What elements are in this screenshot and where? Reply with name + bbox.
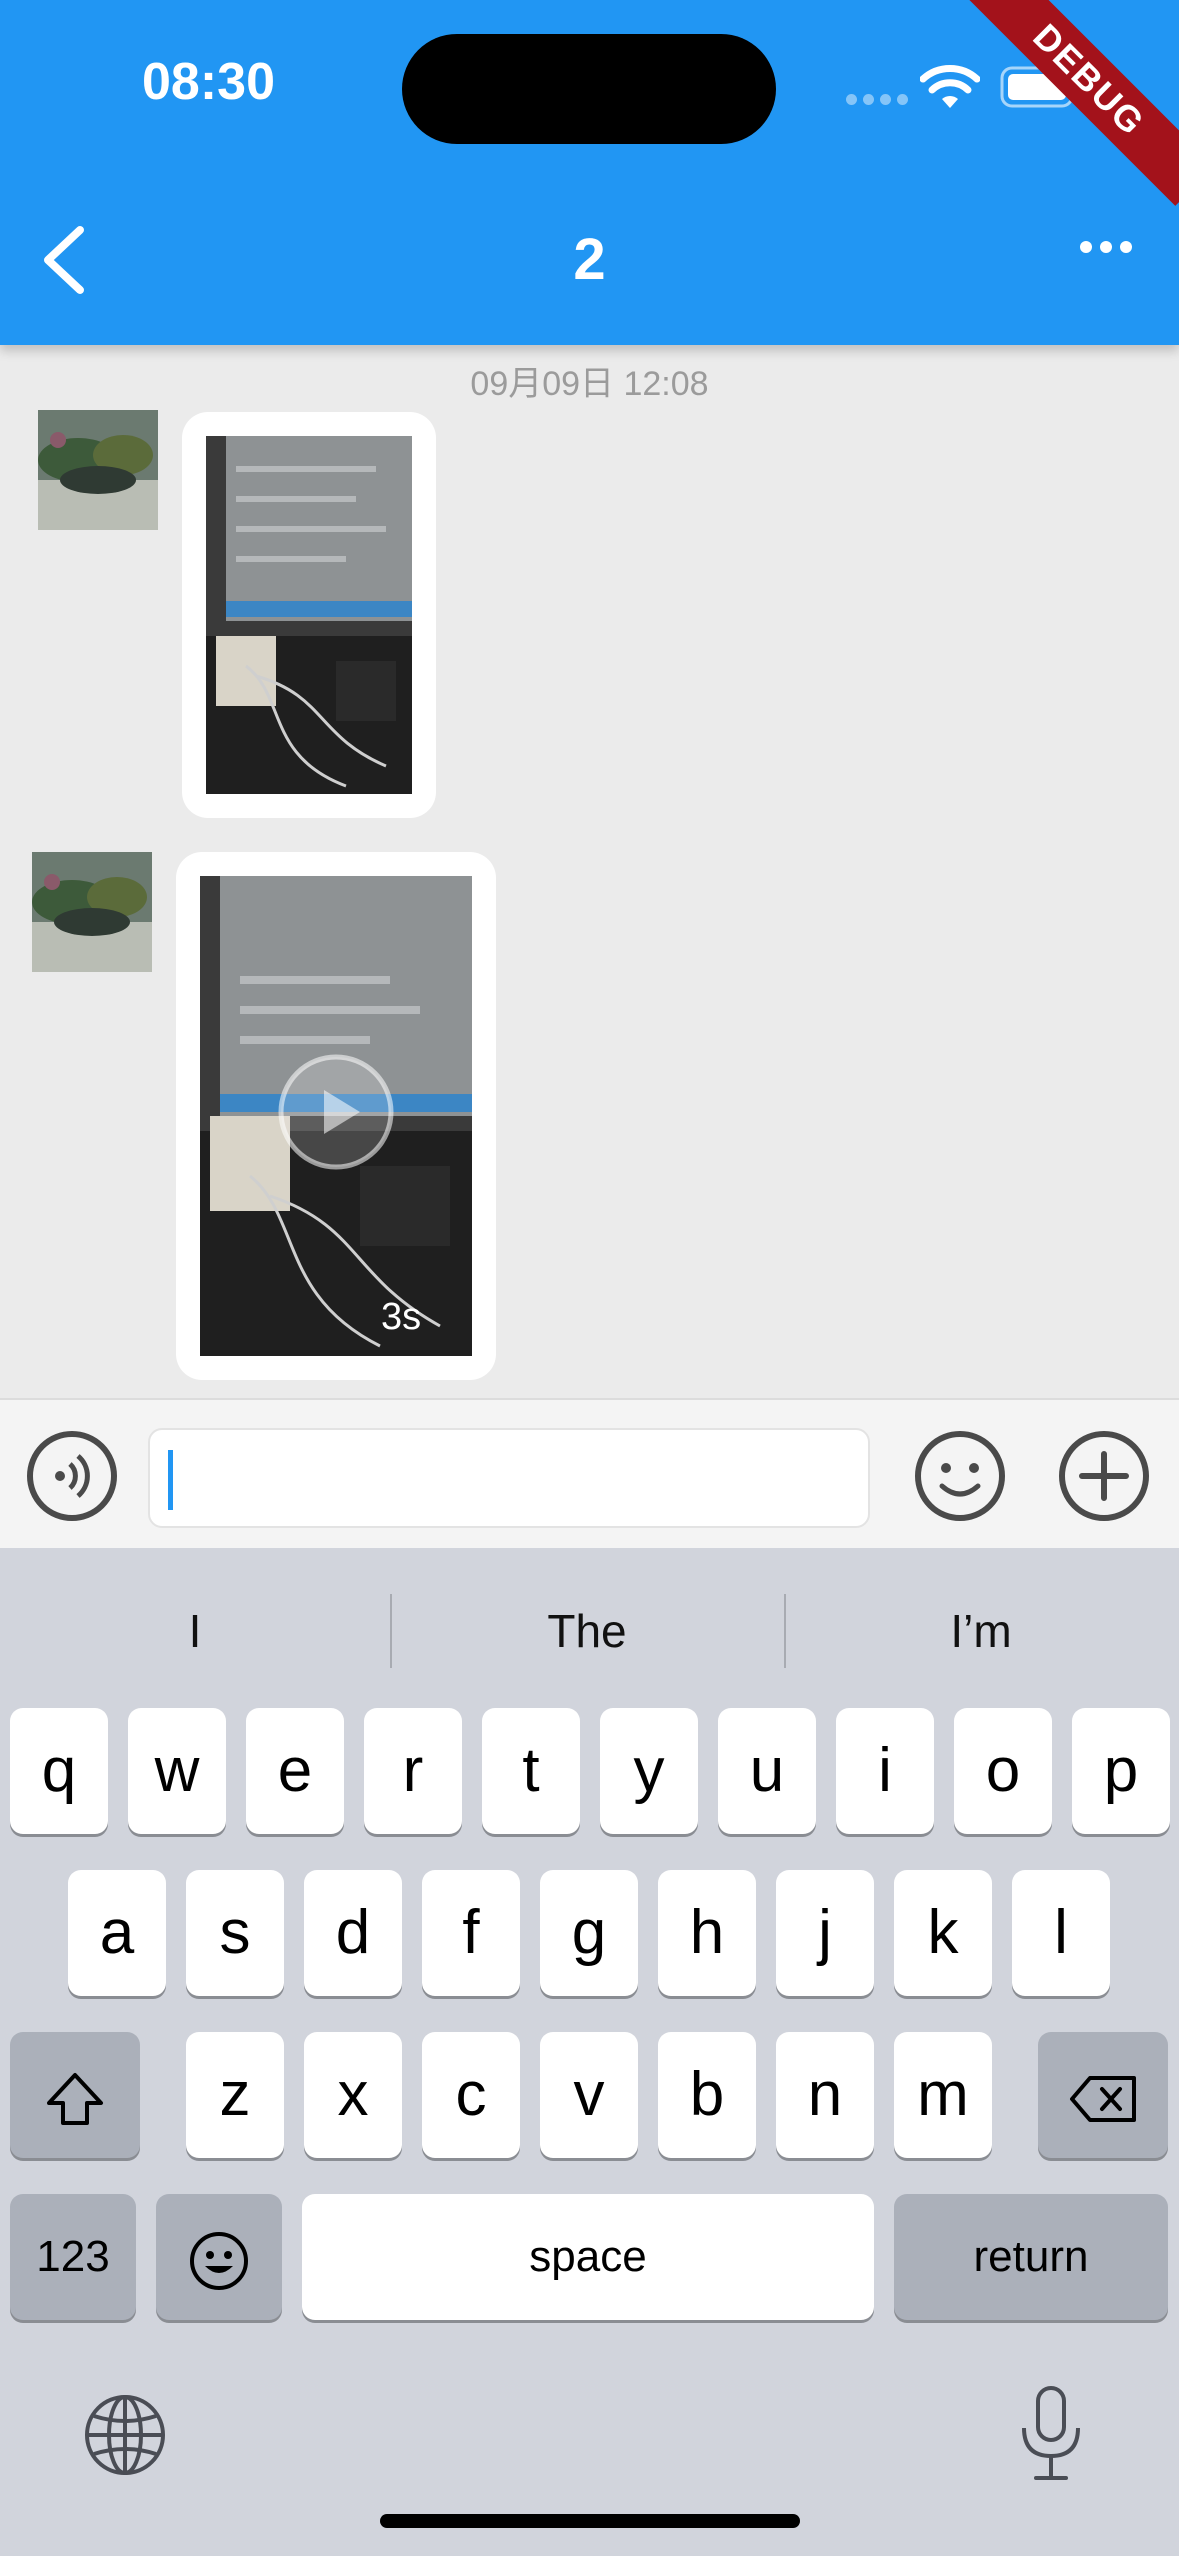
message-timestamp: 09月09日 12:08 (470, 365, 709, 403)
key-t[interactable]: t (482, 1708, 580, 1834)
app-header: 08:30 DEBUG 2 (0, 0, 1179, 345)
shift-icon (47, 2072, 103, 2125)
key-n[interactable]: n (776, 2032, 874, 2158)
suggestion-1[interactable]: I (0, 1576, 390, 1686)
emoji-keyboard-icon (190, 2231, 248, 2290)
key-y[interactable]: y (600, 1708, 698, 1834)
status-time: 08:30 (142, 53, 275, 111)
avatar[interactable] (32, 852, 152, 972)
space-key[interactable]: space (302, 2194, 874, 2320)
avatar[interactable] (38, 410, 158, 530)
video-duration: 3s (381, 1296, 422, 1338)
mic-icon[interactable] (1014, 2384, 1088, 2484)
chat-input-bar (0, 1398, 1179, 1550)
message-input[interactable] (148, 1428, 870, 1528)
key-q[interactable]: q (10, 1708, 108, 1834)
key-a[interactable]: a (68, 1870, 166, 1996)
more-dots-icon[interactable] (1080, 240, 1140, 258)
key-h[interactable]: h (658, 1870, 756, 1996)
key-p[interactable]: p (1072, 1708, 1170, 1834)
message-bubble-video[interactable]: 3s (176, 852, 496, 1380)
key-z[interactable]: z (186, 2032, 284, 2158)
suggestion-3[interactable]: I’m (786, 1576, 1176, 1686)
emoji-keyboard-key[interactable] (156, 2194, 282, 2320)
key-x[interactable]: x (304, 2032, 402, 2158)
shift-key[interactable] (10, 2032, 140, 2158)
message-bubble-image[interactable] (182, 412, 436, 818)
image-thumbnail[interactable] (206, 436, 412, 794)
key-o[interactable]: o (954, 1708, 1052, 1834)
key-c[interactable]: c (422, 2032, 520, 2158)
add-icon[interactable] (1056, 1428, 1152, 1524)
dynamic-island (402, 34, 776, 144)
backspace-key[interactable] (1038, 2032, 1168, 2158)
wifi-icon (920, 65, 980, 108)
key-b[interactable]: b (658, 2032, 756, 2158)
key-k[interactable]: k (894, 1870, 992, 1996)
page-title: 2 (573, 227, 606, 292)
emoji-icon[interactable] (912, 1428, 1008, 1524)
cellular-signal-icon (846, 92, 914, 110)
home-indicator (380, 2514, 800, 2528)
key-g[interactable]: g (540, 1870, 638, 1996)
key-w[interactable]: w (128, 1708, 226, 1834)
suggestion-bar: I The I’m (0, 1576, 1179, 1686)
voice-icon[interactable] (24, 1428, 120, 1524)
key-u[interactable]: u (718, 1708, 816, 1834)
numbers-key[interactable]: 123 (10, 2194, 136, 2320)
suggestion-2[interactable]: The (392, 1576, 782, 1686)
key-j[interactable]: j (776, 1870, 874, 1996)
globe-icon[interactable] (82, 2392, 168, 2478)
key-s[interactable]: s (186, 1870, 284, 1996)
backspace-icon (1070, 2075, 1136, 2122)
key-l[interactable]: l (1012, 1870, 1110, 1996)
key-e[interactable]: e (246, 1708, 344, 1834)
key-m[interactable]: m (894, 2032, 992, 2158)
text-caret (168, 1450, 173, 1510)
key-r[interactable]: r (364, 1708, 462, 1834)
key-v[interactable]: v (540, 2032, 638, 2158)
key-d[interactable]: d (304, 1870, 402, 1996)
key-f[interactable]: f (422, 1870, 520, 1996)
play-icon[interactable] (276, 1052, 396, 1172)
return-key[interactable]: return (894, 2194, 1168, 2320)
key-i[interactable]: i (836, 1708, 934, 1834)
